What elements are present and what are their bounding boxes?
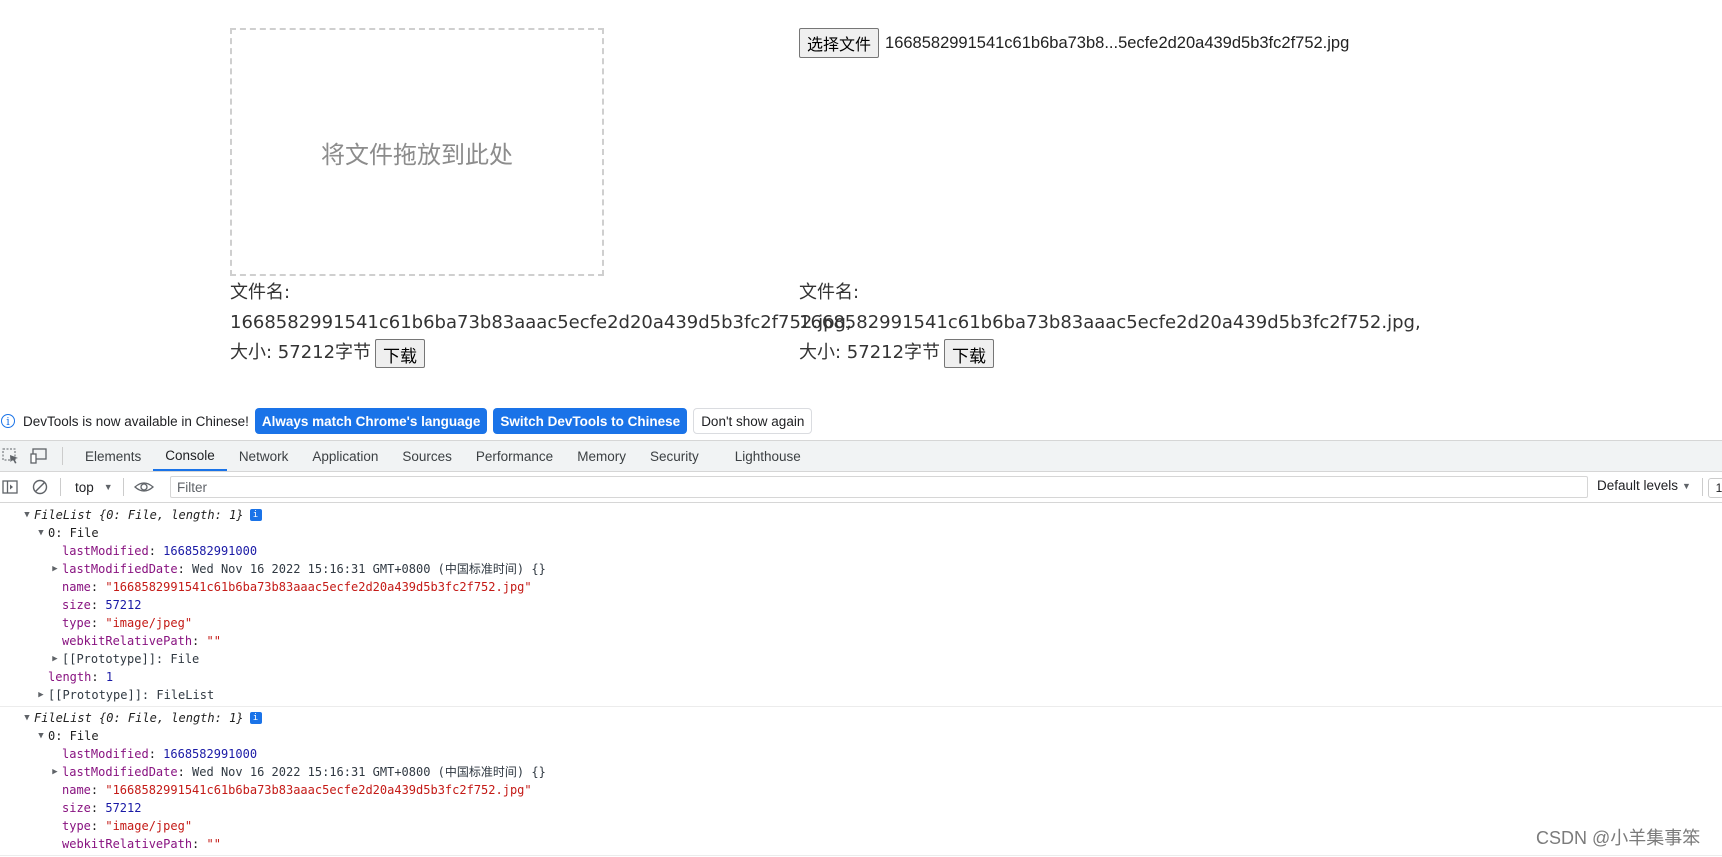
console-message: ▼ FileList {0: File, length: 1} i ▼ 0: File… <box>0 504 1722 707</box>
choose-file-button[interactable]: 选择文件 <box>799 28 880 58</box>
expand-triangle-icon[interactable]: ▶ <box>48 650 62 668</box>
console-line[interactable]: ▶ lastModifiedDate: Wed Nov 16 2022 15:16… <box>0 763 1722 781</box>
console-line: size: 57212 <box>62 801 142 815</box>
file-size-text: 大小: 57212字节 <box>230 342 372 363</box>
context-label: top <box>75 479 94 495</box>
download-button[interactable]: 下载 <box>375 338 426 368</box>
expand-triangle-icon[interactable]: ▶ <box>48 560 62 578</box>
expand-triangle-icon[interactable]: ▶ <box>48 763 62 781</box>
log-levels-dropdown[interactable]: Default levels ▼ <box>1597 478 1691 493</box>
console-line: webkitRelativePath: "" <box>62 634 221 648</box>
console-filter-input[interactable]: Filter <box>170 476 1588 498</box>
console-line: type: "image/jpeg" <box>62 616 193 630</box>
console-line[interactable]: ▼ 0: File <box>0 727 1722 745</box>
chevron-down-icon: ▼ <box>103 482 113 492</box>
console-toolbar: top ▼ Filter Default levels ▼ 1 <box>0 472 1722 503</box>
issues-badge[interactable]: 1 <box>1708 478 1722 498</box>
tab-memory[interactable]: Memory <box>565 441 638 471</box>
info-icon: i <box>249 712 262 724</box>
switch-language-button[interactable]: Switch DevTools to Chinese <box>493 408 688 434</box>
console-line: type: "image/jpeg" <box>62 819 193 833</box>
eye-icon[interactable] <box>133 479 154 495</box>
file-name-label: 文件名: <box>799 282 860 303</box>
file-name-value: 1668582991541c61b6ba73b83aaac5ecfe2d20a4… <box>799 312 1421 333</box>
console-message: ▼ FileList {0: File, length: 1} i ▼ 0: File… <box>0 707 1722 856</box>
log-levels-label: Default levels <box>1597 478 1679 493</box>
console-line: lastModified: 1668582991000 <box>62 747 258 761</box>
tab-network[interactable]: Network <box>227 441 301 471</box>
tab-elements[interactable]: Elements <box>73 441 153 471</box>
expand-triangle-icon[interactable]: ▶ <box>34 686 48 704</box>
console-line[interactable]: ▶ [[Prototype]]: File <box>0 650 1722 668</box>
console-line: length: 1 <box>48 670 114 684</box>
language-banner: i DevTools is now available in Chinese! … <box>0 404 1722 438</box>
console-line[interactable]: ▼ 0: File <box>0 524 1722 542</box>
match-language-button[interactable]: Always match Chrome's language <box>254 408 488 434</box>
file-input[interactable]: 选择文件 1668582991541c61b6ba73b8...5ecfe2d2… <box>799 28 1349 58</box>
drop-zone[interactable]: 将文件拖放到此处 <box>230 28 604 276</box>
clear-console-icon[interactable] <box>32 479 48 495</box>
tab-sources[interactable]: Sources <box>390 441 464 471</box>
tab-performance[interactable]: Performance <box>464 441 565 471</box>
tab-security[interactable]: Security <box>638 441 711 471</box>
file-name-label: 文件名: <box>230 282 291 303</box>
inspect-icon[interactable] <box>2 448 20 464</box>
tab-console[interactable]: Console <box>153 441 227 471</box>
expand-triangle-icon[interactable]: ▼ <box>34 524 48 542</box>
banner-message: DevTools is now available in Chinese! <box>23 413 249 429</box>
dont-show-again-button[interactable]: Don't show again <box>693 408 813 434</box>
console-line: webkitRelativePath: "" <box>62 837 221 851</box>
console-line: lastModified: 1668582991000 <box>62 544 258 558</box>
file-info-left: 文件名: 1668582991541c61b6ba73b83aaac5ecfe2… <box>230 278 852 368</box>
console-line[interactable]: ▶ lastModifiedDate: Wed Nov 16 2022 15:16… <box>0 560 1722 578</box>
file-size-text: 大小: 57212字节 <box>799 342 941 363</box>
watermark: CSDN @小羊集事笨 <box>1536 828 1701 848</box>
console-line: size: 57212 <box>62 598 142 612</box>
console-output: ▼ FileList {0: File, length: 1} i ▼ 0: File… <box>0 504 1722 857</box>
download-button[interactable]: 下载 <box>944 338 995 368</box>
devtools-tabbar: Elements Console Network Application Sou… <box>0 440 1722 472</box>
chevron-down-icon: ▼ <box>1682 480 1691 491</box>
console-line: name: "1668582991541c61b6ba73b83aaac5ecf… <box>62 580 532 594</box>
console-line: name: "1668582991541c61b6ba73b83aaac5ecf… <box>62 783 532 797</box>
tab-application[interactable]: Application <box>300 441 390 471</box>
expand-triangle-icon[interactable]: ▼ <box>20 506 34 524</box>
context-selector[interactable]: top ▼ <box>75 480 113 495</box>
devtools-panel: i DevTools is now available in Chinese! … <box>0 404 1722 857</box>
chosen-file-name: 1668582991541c61b6ba73b8...5ecfe2d20a439… <box>885 33 1350 52</box>
sidebar-toggle-icon[interactable] <box>2 479 18 495</box>
drop-zone-text: 将文件拖放到此处 <box>321 140 513 169</box>
info-icon: i <box>1 414 15 428</box>
info-icon: i <box>249 509 262 521</box>
console-line[interactable]: ▶ [[Prototype]]: FileList <box>0 686 1722 704</box>
tab-lighthouse[interactable]: Lighthouse <box>723 441 813 471</box>
file-info-right: 文件名: 1668582991541c61b6ba73b83aaac5ecfe2… <box>799 278 1421 368</box>
expand-triangle-icon[interactable]: ▼ <box>20 709 34 727</box>
file-name-value: 1668582991541c61b6ba73b83aaac5ecfe2d20a4… <box>230 312 852 333</box>
device-toolbar-icon[interactable] <box>30 448 48 464</box>
console-line[interactable]: ▼ FileList {0: File, length: 1} i <box>0 506 1722 524</box>
expand-triangle-icon[interactable]: ▼ <box>34 727 48 745</box>
console-line[interactable]: ▼ FileList {0: File, length: 1} i <box>0 709 1722 727</box>
